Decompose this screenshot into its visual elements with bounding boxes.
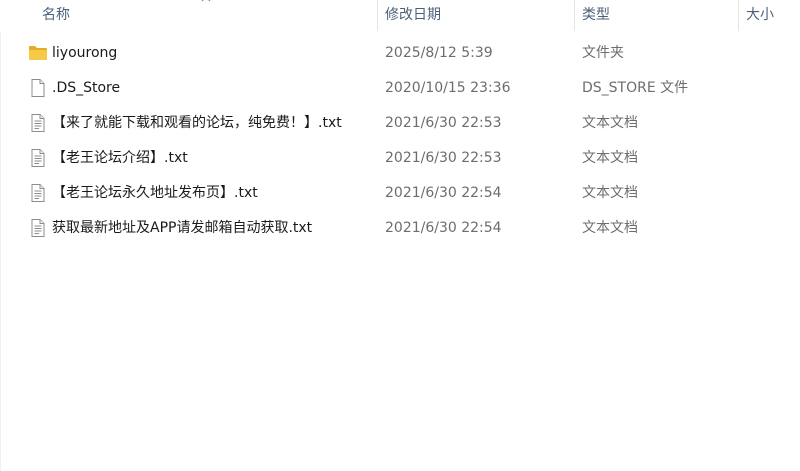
column-header-size[interactable]: 大小	[738, 0, 800, 31]
file-name: 【来了就能下载和观看的论坛，纯免费！】.txt	[52, 115, 342, 131]
file-name: .DS_Store	[52, 80, 121, 96]
file-type: 文本文档	[582, 220, 638, 236]
file-type: 文本文档	[582, 115, 638, 131]
text-file-icon	[31, 114, 45, 132]
text-file-icon	[31, 184, 45, 202]
file-row[interactable]: liyourong 2025/8/12 5:39 文件夹	[18, 36, 798, 70]
column-header-name[interactable]: 名称	[34, 0, 377, 31]
file-explorer-list-view: 名称 修改日期 类型 大小 liyourong 2025/8/12 5:39 文…	[0, 0, 800, 471]
file-type: DS_STORE 文件	[582, 80, 689, 96]
file-type: 文本文档	[582, 150, 638, 166]
text-file-icon	[31, 149, 45, 167]
file-name: 【老王论坛永久地址发布页】.txt	[52, 185, 258, 201]
chevron-up-icon	[201, 0, 211, 2]
column-header-bar: 名称 修改日期 类型 大小	[0, 0, 800, 32]
file-name: 获取最新地址及APP请发邮箱自动获取.txt	[52, 220, 313, 236]
file-date-modified: 2021/6/30 22:54	[385, 220, 502, 236]
file-name: 【老王论坛介绍】.txt	[52, 150, 188, 166]
file-row[interactable]: .DS_Store 2020/10/15 23:36 DS_STORE 文件	[18, 71, 798, 105]
file-type: 文本文档	[582, 185, 638, 201]
file-date-modified: 2021/6/30 22:53	[385, 115, 502, 131]
file-date-modified: 2021/6/30 22:54	[385, 185, 502, 201]
blank-file-icon	[31, 79, 45, 97]
text-file-icon	[31, 219, 45, 237]
file-row[interactable]: 【老王论坛介绍】.txt 2021/6/30 22:53 文本文档	[18, 141, 798, 175]
folder-icon	[29, 46, 47, 60]
pane-edge	[0, 32, 1, 471]
file-type: 文件夹	[582, 45, 624, 61]
file-date-modified: 2021/6/30 22:53	[385, 150, 502, 166]
file-row[interactable]: 【老王论坛永久地址发布页】.txt 2021/6/30 22:54 文本文档	[18, 176, 798, 210]
file-date-modified: 2025/8/12 5:39	[385, 45, 493, 61]
file-row[interactable]: 获取最新地址及APP请发邮箱自动获取.txt 2021/6/30 22:54 文…	[18, 211, 798, 245]
file-row[interactable]: 【来了就能下载和观看的论坛，纯免费！】.txt 2021/6/30 22:53 …	[18, 106, 798, 140]
file-date-modified: 2020/10/15 23:36	[385, 80, 511, 96]
column-header-date-modified[interactable]: 修改日期	[377, 0, 574, 31]
file-name: liyourong	[52, 45, 118, 61]
column-header-type[interactable]: 类型	[574, 0, 738, 31]
